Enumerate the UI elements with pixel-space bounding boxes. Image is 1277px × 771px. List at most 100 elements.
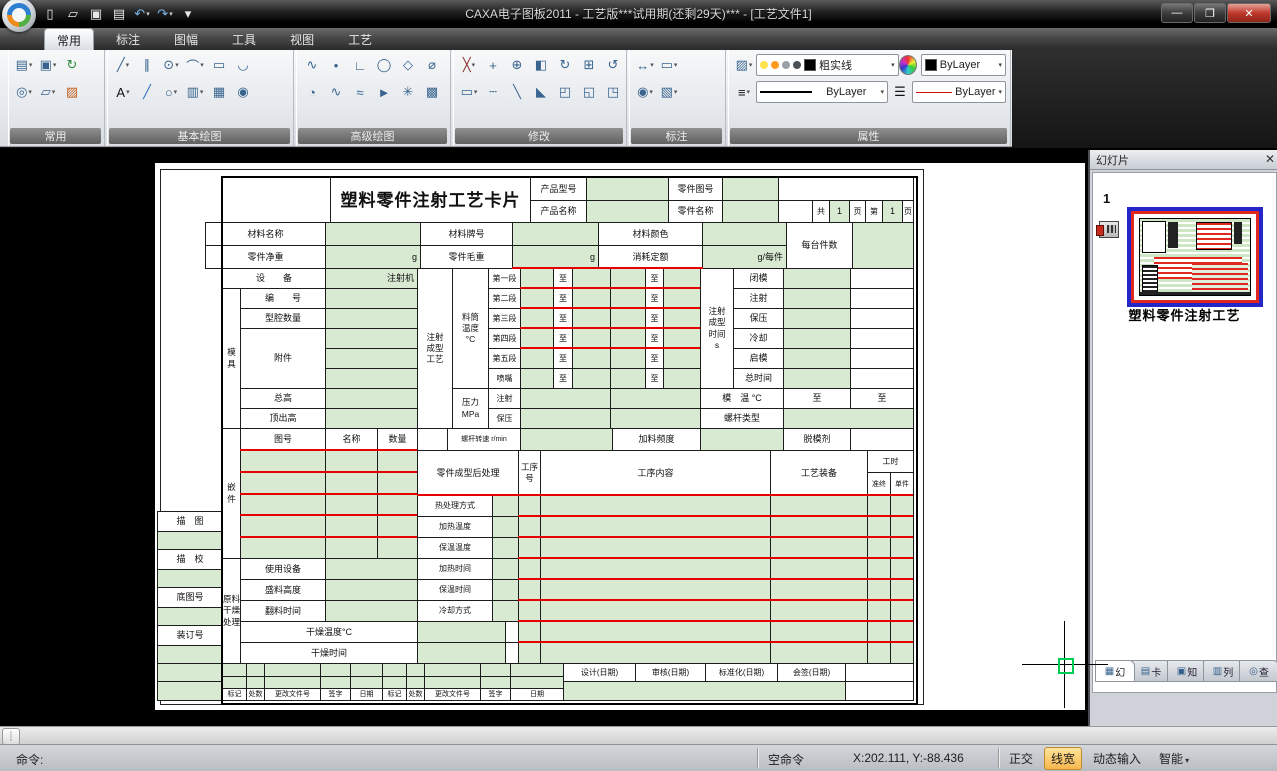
card-field[interactable] bbox=[325, 328, 418, 349]
card-field[interactable] bbox=[663, 268, 701, 289]
card-field[interactable] bbox=[610, 328, 646, 349]
card-field[interactable]: 1 bbox=[882, 200, 903, 223]
card-field[interactable] bbox=[222, 663, 247, 677]
polygon-icon[interactable]: ◇ bbox=[398, 55, 418, 75]
break-icon[interactable]: ┄ bbox=[483, 82, 503, 102]
wave-icon[interactable]: ∿ bbox=[326, 82, 346, 102]
card-field[interactable] bbox=[563, 681, 846, 701]
card-field[interactable] bbox=[417, 642, 506, 664]
card-field[interactable] bbox=[520, 308, 554, 329]
dimension-icon[interactable]: ↔▾ bbox=[635, 55, 655, 75]
card-field[interactable] bbox=[512, 222, 599, 246]
card-field[interactable] bbox=[783, 308, 851, 329]
card-field[interactable] bbox=[240, 515, 326, 538]
spline-icon[interactable]: ∿ bbox=[302, 55, 322, 75]
card-field[interactable] bbox=[492, 600, 519, 622]
axis-icon[interactable]: ∟ bbox=[350, 55, 370, 75]
card-field[interactable] bbox=[157, 645, 223, 664]
card-field[interactable] bbox=[492, 516, 519, 538]
text-icon[interactable]: A▾ bbox=[113, 82, 133, 102]
card-field[interactable] bbox=[492, 558, 519, 580]
diameter-icon[interactable]: ⌀ bbox=[422, 55, 442, 75]
slide-caption[interactable]: 塑料零件注射工艺 bbox=[1093, 305, 1276, 324]
card-field[interactable] bbox=[572, 328, 611, 349]
card-field[interactable]: 注射机 bbox=[325, 268, 418, 289]
card-field[interactable] bbox=[325, 450, 378, 473]
line-icon[interactable]: ╱▾ bbox=[113, 55, 133, 75]
delete-icon[interactable]: ╳▾ bbox=[459, 55, 479, 75]
card-field[interactable] bbox=[610, 288, 646, 309]
card-field[interactable] bbox=[377, 494, 418, 516]
card-field[interactable] bbox=[610, 348, 646, 369]
card-field[interactable] bbox=[610, 308, 646, 329]
card-field[interactable] bbox=[520, 348, 554, 369]
card-field[interactable] bbox=[406, 663, 425, 677]
card-field[interactable] bbox=[325, 368, 418, 389]
card-field[interactable] bbox=[520, 428, 613, 451]
linewidth-icon[interactable]: ≡▾ bbox=[734, 82, 754, 102]
card-field[interactable] bbox=[325, 308, 418, 329]
refresh-icon[interactable]: ↻ bbox=[62, 55, 82, 75]
card-field[interactable] bbox=[700, 428, 784, 451]
linestyle-dropdown[interactable]: ByLayer▾ bbox=[756, 81, 888, 103]
label-icon[interactable]: ◉ bbox=[233, 82, 253, 102]
panel-close-icon[interactable]: ✕ bbox=[1265, 153, 1275, 165]
overlay-icon[interactable]: ◳ bbox=[603, 82, 623, 102]
card-field[interactable] bbox=[325, 472, 378, 495]
card-field[interactable] bbox=[264, 663, 321, 677]
toggle-线宽[interactable]: 线宽 bbox=[1044, 747, 1082, 770]
card-field[interactable] bbox=[157, 607, 223, 626]
ribbon-tab-图幅[interactable]: 图幅 bbox=[162, 28, 210, 50]
rotate-icon[interactable]: ↻ bbox=[555, 55, 575, 75]
panel-tab-cards[interactable]: ▤卡 bbox=[1131, 660, 1171, 682]
card-field[interactable] bbox=[572, 368, 611, 389]
card-field[interactable] bbox=[572, 308, 611, 329]
card-field[interactable] bbox=[702, 222, 787, 246]
card-field[interactable] bbox=[424, 663, 481, 677]
card-field[interactable] bbox=[663, 368, 701, 389]
card-field[interactable] bbox=[377, 472, 418, 495]
card-field[interactable]: g bbox=[512, 245, 599, 269]
card-field[interactable] bbox=[663, 308, 701, 329]
arrow-icon[interactable]: ► bbox=[374, 82, 394, 102]
card-field[interactable] bbox=[325, 494, 378, 516]
card-field[interactable] bbox=[572, 268, 611, 289]
grid-block-icon[interactable]: ▩ bbox=[422, 82, 442, 102]
trim-icon[interactable]: ◰ bbox=[555, 82, 575, 102]
card-field[interactable] bbox=[240, 494, 326, 516]
tolerance-icon[interactable]: ▭▾ bbox=[659, 55, 679, 75]
card-field[interactable] bbox=[325, 408, 418, 429]
card-field[interactable] bbox=[783, 288, 851, 309]
card-field[interactable] bbox=[377, 450, 418, 473]
parallel-line-icon[interactable]: ∥ bbox=[137, 55, 157, 75]
card-field[interactable] bbox=[722, 177, 779, 201]
point-icon[interactable]: • bbox=[326, 55, 346, 75]
card-field[interactable] bbox=[325, 515, 378, 538]
command-grip[interactable]: ┊ bbox=[2, 728, 20, 745]
card-field[interactable] bbox=[325, 558, 418, 580]
circle-icon[interactable]: ⊙▾ bbox=[161, 55, 181, 75]
command-prompt[interactable]: 命令: bbox=[16, 751, 43, 768]
card-field[interactable]: g bbox=[325, 245, 421, 269]
card-field[interactable] bbox=[157, 681, 223, 701]
ellipse-icon[interactable]: ○▾ bbox=[161, 82, 181, 102]
move-icon[interactable]: + bbox=[483, 55, 503, 75]
card-field[interactable] bbox=[510, 663, 564, 677]
block-icon[interactable]: ▥▾ bbox=[185, 82, 205, 102]
card-field[interactable] bbox=[492, 495, 519, 517]
toggle-智能[interactable]: 智能▾ bbox=[1152, 747, 1196, 770]
ribbon-tab-工具[interactable]: 工具 bbox=[220, 28, 268, 50]
card-field[interactable] bbox=[240, 472, 326, 495]
chamfer-icon[interactable]: ◣ bbox=[531, 82, 551, 102]
ellipse2-icon[interactable]: ◯ bbox=[374, 55, 394, 75]
card-field[interactable] bbox=[520, 368, 554, 389]
card-field[interactable] bbox=[783, 348, 851, 369]
card-field[interactable] bbox=[325, 222, 421, 246]
paste-icon[interactable]: ▤▾ bbox=[14, 55, 34, 75]
card-field[interactable] bbox=[325, 600, 418, 622]
array-icon[interactable]: ⊞ bbox=[579, 55, 599, 75]
sketch-line-icon[interactable]: ╱ bbox=[137, 82, 157, 102]
card-field[interactable] bbox=[520, 388, 611, 409]
card-field[interactable] bbox=[157, 663, 223, 682]
stretch-icon[interactable]: ▭▾ bbox=[459, 82, 479, 102]
